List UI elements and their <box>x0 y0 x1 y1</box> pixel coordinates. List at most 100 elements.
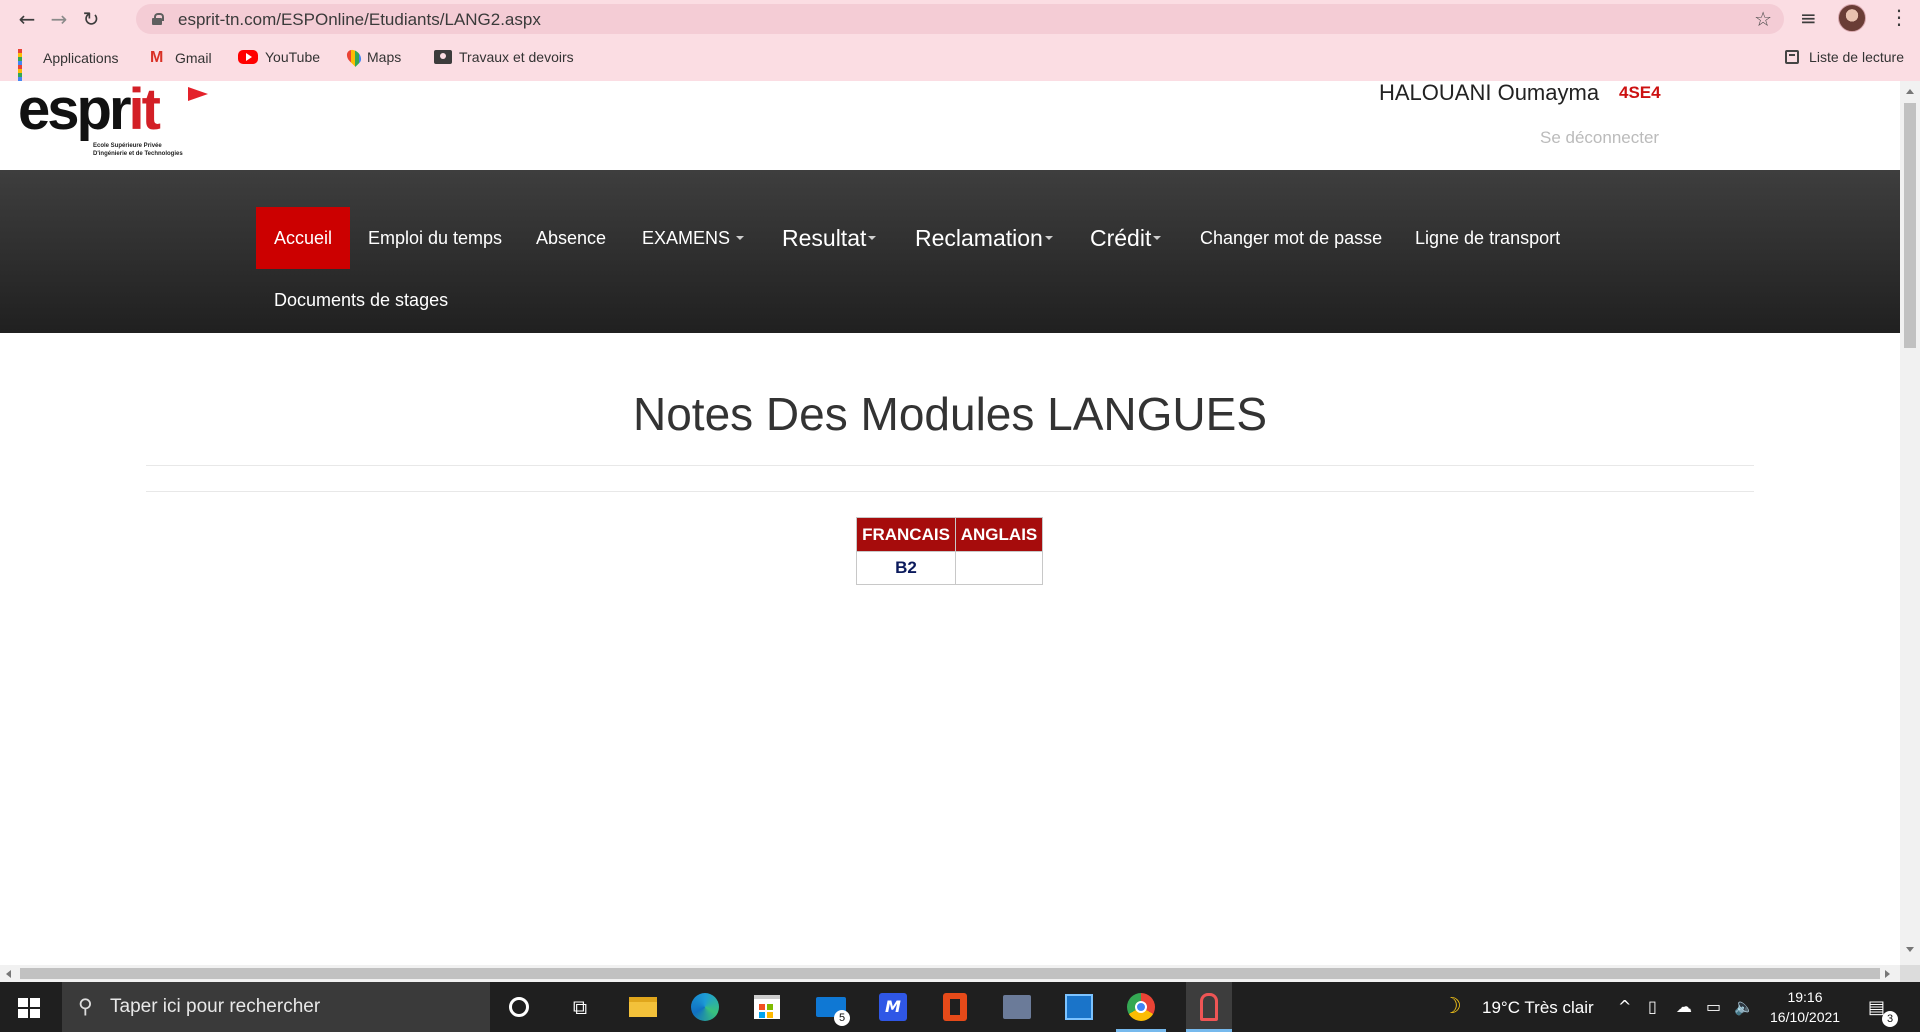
app-tile: M <box>879 993 907 1021</box>
reading-list-label: Liste de lecture <box>1809 49 1904 65</box>
scroll-right-arrow-icon[interactable] <box>1885 970 1890 978</box>
bookmark-label: YouTube <box>265 49 321 65</box>
chevron-up-icon[interactable]: ^ <box>1618 997 1631 1016</box>
logo-wordmark-right: it <box>128 81 161 142</box>
column-header-francais: FRANCAIS <box>856 517 956 552</box>
classroom-icon <box>434 50 452 64</box>
media-control-icon[interactable]: ≡ <box>1800 6 1817 30</box>
bookmark-label: Gmail <box>175 50 212 66</box>
gmail-icon: M <box>150 49 164 66</box>
nav-label: Resultat <box>782 224 867 251</box>
youtube-icon <box>238 50 258 64</box>
windows-taskbar: ⚲ Taper ici pour rechercher ⧉ 5 M ☽ 19°C… <box>0 982 1920 1032</box>
scroll-up-arrow-icon[interactable] <box>1906 89 1914 94</box>
nav-ligne-de-transport[interactable]: Ligne de transport <box>1415 207 1560 269</box>
moon-weather-icon[interactable]: ☽ <box>1442 994 1462 1019</box>
horizontal-scrollbar[interactable] <box>0 965 1900 982</box>
snipping-tool-shape <box>1200 993 1218 1021</box>
task-view-icon[interactable]: ⧉ <box>563 990 597 1024</box>
vertical-scroll-thumb[interactable] <box>1904 103 1916 348</box>
nav-label: Emploi du temps <box>368 227 503 248</box>
mail-badge: 5 <box>834 1010 850 1026</box>
volume-icon[interactable]: 🔈 <box>1734 997 1754 1016</box>
scrollbar-corner <box>1900 965 1920 982</box>
weather-text[interactable]: 19°C Très clair <box>1482 998 1594 1018</box>
onedrive-icon[interactable]: ☁ <box>1676 997 1692 1016</box>
main-navbar: Accueil Emploi du temps Absence EXAMENS … <box>0 170 1900 333</box>
logout-link[interactable]: Se déconnecter <box>1540 128 1659 148</box>
notification-badge: 3 <box>1882 1011 1898 1027</box>
reload-icon[interactable]: ↻ <box>78 6 104 32</box>
edge-icon[interactable] <box>688 990 722 1024</box>
vertical-scrollbar[interactable] <box>1900 81 1920 965</box>
lock-icon[interactable] <box>152 13 164 25</box>
browser-toolbar: ← → ↻ esprit-tn.com/ESPOnline/Etudiants/… <box>0 0 1920 38</box>
horizontal-scroll-thumb[interactable] <box>20 968 1880 979</box>
scroll-left-arrow-icon[interactable] <box>6 970 11 978</box>
reading-list[interactable]: Liste de lecture <box>1785 49 1904 65</box>
store-icon[interactable] <box>750 990 784 1024</box>
bookmark-travaux[interactable]: Travaux et devoirs <box>434 49 574 65</box>
edge-logo <box>691 993 719 1021</box>
remote-app-icon[interactable] <box>1062 990 1096 1024</box>
address-bar[interactable]: esprit-tn.com/ESPOnline/Etudiants/LANG2.… <box>136 4 1784 34</box>
clock-time[interactable]: 19:16 <box>1770 989 1840 1005</box>
cortana-icon[interactable] <box>502 990 536 1024</box>
bookmarks-bar: Applications M Gmail YouTube Maps Travau… <box>0 44 1920 85</box>
back-arrow-icon[interactable]: ← <box>14 6 40 32</box>
logo-subtitle-line1: Ecole Supérieure Privée <box>93 143 162 149</box>
profile-avatar[interactable] <box>1838 4 1866 32</box>
cortana-ring <box>509 997 529 1017</box>
scroll-down-arrow-icon[interactable] <box>1906 947 1914 952</box>
nav-absence[interactable]: Absence <box>536 207 606 269</box>
divider <box>146 465 1754 466</box>
maps-pin-icon <box>344 47 364 67</box>
snipping-icon[interactable] <box>1186 982 1232 1032</box>
caret-down-icon <box>736 236 745 240</box>
bookmark-youtube[interactable]: YouTube <box>238 49 320 65</box>
star-icon[interactable]: ☆ <box>1754 7 1772 31</box>
sql-app-icon[interactable] <box>1000 990 1034 1024</box>
logo-subtitle-line2: D'ingénierie et de Technologies <box>93 151 183 157</box>
folder-shape <box>629 997 657 1017</box>
nav-label: Changer mot de passe <box>1200 227 1383 248</box>
nav-label: Reclamation <box>915 224 1043 251</box>
site-header: esprit Ecole Supérieure Privée D'ingénie… <box>0 81 1900 170</box>
windows-start-icon[interactable] <box>18 998 40 1018</box>
bookmark-maps[interactable]: Maps <box>344 47 401 67</box>
logo-subtitle: Ecole Supérieure Privée D'ingénierie et … <box>93 142 183 158</box>
nav-examens[interactable]: EXAMENS <box>642 207 745 269</box>
forward-arrow-icon[interactable]: → <box>46 6 72 32</box>
nav-label: EXAMENS <box>642 227 731 248</box>
battery-icon[interactable]: ▭ <box>1706 997 1721 1016</box>
nav-documents-de-stages[interactable]: Documents de stages <box>274 269 448 331</box>
nav-accueil[interactable]: Accueil <box>256 207 351 269</box>
chrome-logo <box>1127 993 1155 1021</box>
taskbar-search-box[interactable]: ⚲ Taper ici pour rechercher <box>62 982 490 1032</box>
nav-reclamation[interactable]: Reclamation <box>915 207 1053 269</box>
nav-label: Ligne de transport <box>1415 227 1561 248</box>
office-logo <box>943 993 967 1021</box>
kebab-menu-icon[interactable]: ⋮ <box>1889 5 1909 29</box>
nav-emploi-du-temps[interactable]: Emploi du temps <box>368 207 502 269</box>
table-row: B2 <box>856 551 1043 585</box>
nav-changer-mot-de-passe[interactable]: Changer mot de passe <box>1200 207 1382 269</box>
chrome-icon[interactable] <box>1116 990 1166 1032</box>
office-icon[interactable] <box>938 990 972 1024</box>
bookmark-gmail[interactable]: M Gmail <box>150 49 212 67</box>
nav-credit[interactable]: Crédit <box>1090 207 1162 269</box>
device-icon[interactable]: ▯ <box>1648 997 1657 1016</box>
esprit-logo[interactable]: esprit Ecole Supérieure Privée D'ingénie… <box>18 81 218 159</box>
url-text[interactable]: esprit-tn.com/ESPOnline/Etudiants/LANG2.… <box>178 10 541 30</box>
web-page: esprit Ecole Supérieure Privée D'ingénie… <box>0 81 1900 965</box>
bookmark-applications[interactable]: Applications <box>18 49 119 85</box>
bookmark-label: Applications <box>43 50 119 66</box>
app-icon[interactable]: M <box>876 990 910 1024</box>
mail-icon[interactable]: 5 <box>814 990 850 1026</box>
apps-grid-icon <box>18 49 36 85</box>
clock-date[interactable]: 16/10/2021 <box>1770 1009 1840 1025</box>
file-explorer-icon[interactable] <box>626 990 660 1024</box>
logo-wordmark: esprit <box>18 81 161 143</box>
grade-anglais <box>955 551 1043 585</box>
nav-resultat[interactable]: Resultat <box>782 207 877 269</box>
